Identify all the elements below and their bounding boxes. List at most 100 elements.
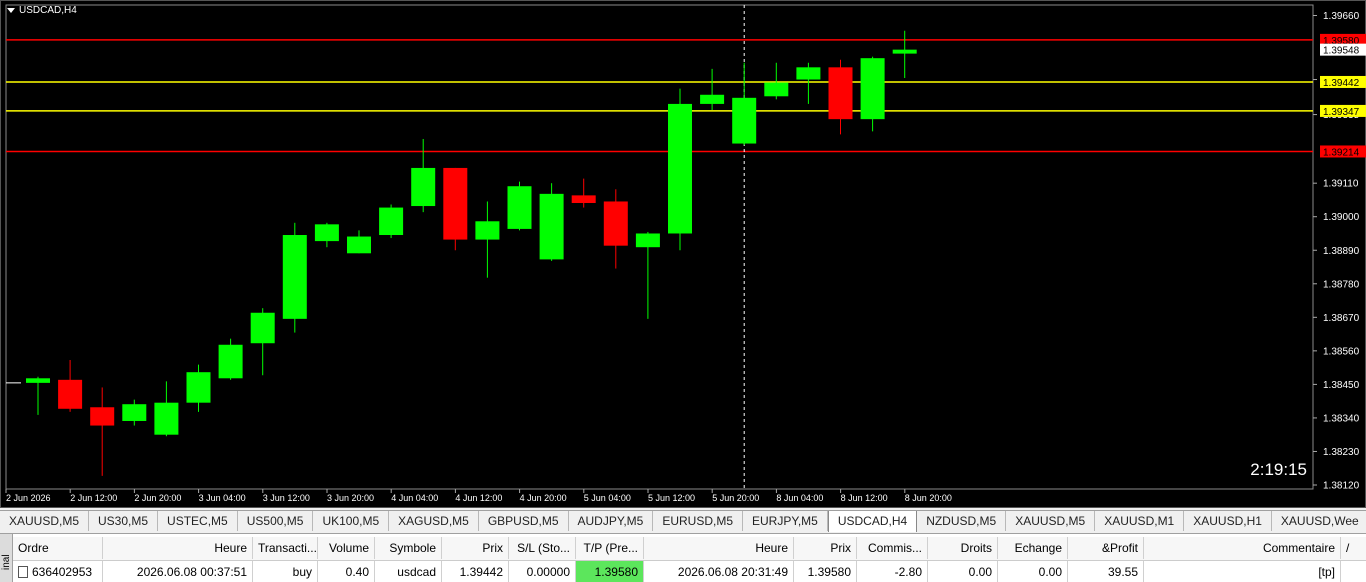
price-tick-label: 1.38890 bbox=[1323, 246, 1360, 257]
candle-body bbox=[58, 379, 83, 409]
col-transaction[interactable]: Transacti... bbox=[253, 537, 318, 559]
price-tick-label: 1.38560 bbox=[1323, 346, 1360, 357]
candle-body bbox=[154, 402, 179, 435]
col-echange[interactable]: Echange bbox=[998, 537, 1068, 559]
cell-heure: 2026.06.08 00:37:51 bbox=[103, 561, 253, 582]
candle-body bbox=[122, 404, 147, 421]
cell-transaction: buy bbox=[253, 561, 318, 582]
candlestick-chart[interactable]: 1.396601.394501.393351.391101.390001.388… bbox=[1, 1, 1366, 509]
time-tick-label: 4 Jun 04:00 bbox=[391, 493, 438, 503]
tab-symbol[interactable]: UK100,M5 bbox=[313, 511, 390, 531]
tab-symbol[interactable]: NZDUSD,M5 bbox=[917, 511, 1007, 531]
cell-commission: -2.80 bbox=[857, 561, 928, 582]
cell-commentaire: [tp] bbox=[1144, 561, 1341, 582]
time-tick-label: 2 Jun 2026 bbox=[6, 493, 51, 503]
terminal-header-row: Ordre Heure Transacti... Volume Symbole … bbox=[13, 537, 1366, 561]
candle-body bbox=[26, 378, 50, 383]
time-tick-label: 8 Jun 12:00 bbox=[841, 493, 888, 503]
chart-window[interactable]: 1.396601.394501.393351.391101.390001.388… bbox=[0, 0, 1366, 508]
tab-symbol[interactable]: US30,M5 bbox=[89, 511, 159, 531]
candle-body bbox=[186, 372, 211, 403]
tab-symbol[interactable]: XAUUSD,M1 bbox=[1095, 511, 1185, 531]
candle-body bbox=[314, 224, 339, 242]
cell-tp: 1.39580 bbox=[576, 561, 644, 582]
candle-body bbox=[732, 97, 757, 144]
col-commentaire[interactable]: Commentaire bbox=[1144, 537, 1341, 559]
candle-body bbox=[571, 195, 596, 203]
price-tick-label: 1.39110 bbox=[1323, 179, 1359, 190]
candle-body bbox=[603, 201, 628, 246]
time-tick-label: 2 Jun 12:00 bbox=[70, 493, 117, 503]
tab-symbol[interactable]: XAUUSD,M5 bbox=[1006, 511, 1096, 531]
col-commission[interactable]: Commis... bbox=[857, 537, 928, 559]
col-profit[interactable]: &Profit bbox=[1068, 537, 1144, 559]
candle-body bbox=[507, 186, 532, 229]
cell-sl: 0.00000 bbox=[509, 561, 576, 582]
tab-symbol[interactable]: GBPUSD,M5 bbox=[479, 511, 569, 531]
terminal-panel: inal Ordre Heure Transacti... Volume Sym… bbox=[0, 533, 1366, 582]
col-sort-indicator[interactable]: / bbox=[1341, 537, 1366, 559]
col-ordre[interactable]: Ordre bbox=[13, 537, 103, 559]
tab-symbol[interactable]: XAUUSD,Wee bbox=[1272, 511, 1366, 531]
app-window: 1.396601.394501.393351.391101.390001.388… bbox=[0, 0, 1366, 582]
time-tick-label: 3 Jun 20:00 bbox=[327, 493, 374, 503]
level-price-label: 1.39214 bbox=[1323, 147, 1360, 158]
tab-symbol[interactable]: US500,M5 bbox=[238, 511, 314, 531]
time-tick-label: 4 Jun 20:00 bbox=[520, 493, 567, 503]
col-heure-close[interactable]: Heure bbox=[644, 537, 794, 559]
col-prix-close[interactable]: Prix bbox=[794, 537, 857, 559]
candle-body bbox=[443, 167, 468, 240]
order-document-icon bbox=[18, 566, 28, 578]
cell-ordre: 636402953 bbox=[13, 561, 103, 582]
price-tick-label: 1.38450 bbox=[1323, 380, 1360, 391]
bid-price-label: 1.39548 bbox=[1323, 46, 1360, 57]
time-tick-label: 8 Jun 04:00 bbox=[776, 493, 823, 503]
level-price-label: 1.39442 bbox=[1323, 78, 1360, 89]
tab-symbol[interactable]: XAUUSD,H1 bbox=[1184, 511, 1272, 531]
cell-prix: 1.39442 bbox=[442, 561, 509, 582]
candle-body bbox=[668, 103, 692, 234]
col-droits[interactable]: Droits bbox=[928, 537, 998, 559]
candle-body bbox=[796, 67, 821, 80]
time-tick-label: 8 Jun 20:00 bbox=[905, 493, 952, 503]
tab-symbol[interactable]: EURUSD,M5 bbox=[653, 511, 744, 531]
terminal-side-label[interactable]: inal bbox=[0, 534, 13, 582]
chart-menu-triangle-icon[interactable] bbox=[7, 8, 15, 13]
symbol-tab-bar: XAUUSD,M5 US30,M5 USTEC,M5 US500,M5 UK100,M5… bbox=[0, 510, 1366, 532]
tab-symbol[interactable]: USDCAD,H4 bbox=[827, 511, 918, 532]
candle-body bbox=[635, 233, 660, 248]
chart-title[interactable]: USDCAD,H4 bbox=[7, 5, 77, 16]
tab-symbol[interactable]: XAUUSD,M5 bbox=[0, 511, 90, 531]
tab-symbol[interactable]: EURJPY,M5 bbox=[743, 511, 828, 531]
col-heure[interactable]: Heure bbox=[103, 537, 253, 559]
candle-body bbox=[411, 167, 436, 207]
tab-symbol[interactable]: XAGUSD,M5 bbox=[389, 511, 479, 531]
candle-body bbox=[475, 221, 500, 240]
price-tick-label: 1.39000 bbox=[1323, 212, 1360, 223]
price-tick-label: 1.39660 bbox=[1323, 11, 1360, 22]
candle-body bbox=[379, 207, 404, 236]
candle-body bbox=[250, 312, 275, 344]
candle-body bbox=[218, 344, 243, 379]
tab-symbol[interactable]: AUDJPY,M5 bbox=[569, 511, 654, 531]
price-tick-label: 1.38670 bbox=[1323, 313, 1360, 324]
time-tick-label: 3 Jun 04:00 bbox=[199, 493, 246, 503]
col-tp[interactable]: T/P (Pre... bbox=[576, 537, 644, 559]
candle-body bbox=[764, 82, 789, 97]
price-tick-label: 1.38780 bbox=[1323, 279, 1360, 290]
time-tick-label: 5 Jun 20:00 bbox=[712, 493, 759, 503]
time-tick-label: 5 Jun 04:00 bbox=[584, 493, 631, 503]
time-tick-label: 4 Jun 12:00 bbox=[455, 493, 502, 503]
tab-symbol[interactable]: USTEC,M5 bbox=[158, 511, 238, 531]
cell-heure-close: 2026.06.08 20:31:49 bbox=[644, 561, 794, 582]
price-tick-label: 1.38120 bbox=[1323, 481, 1360, 492]
candle-body bbox=[539, 193, 564, 260]
col-volume[interactable]: Volume bbox=[318, 537, 375, 559]
price-tick-label: 1.38230 bbox=[1323, 447, 1360, 458]
table-row[interactable]: 636402953 2026.06.08 00:37:51 buy 0.40 u… bbox=[13, 561, 1341, 582]
time-tick-label: 3 Jun 12:00 bbox=[263, 493, 310, 503]
col-sl[interactable]: S/L (Sto... bbox=[509, 537, 576, 559]
col-symbole[interactable]: Symbole bbox=[375, 537, 442, 559]
candle-body bbox=[828, 67, 853, 120]
col-prix[interactable]: Prix bbox=[442, 537, 509, 559]
